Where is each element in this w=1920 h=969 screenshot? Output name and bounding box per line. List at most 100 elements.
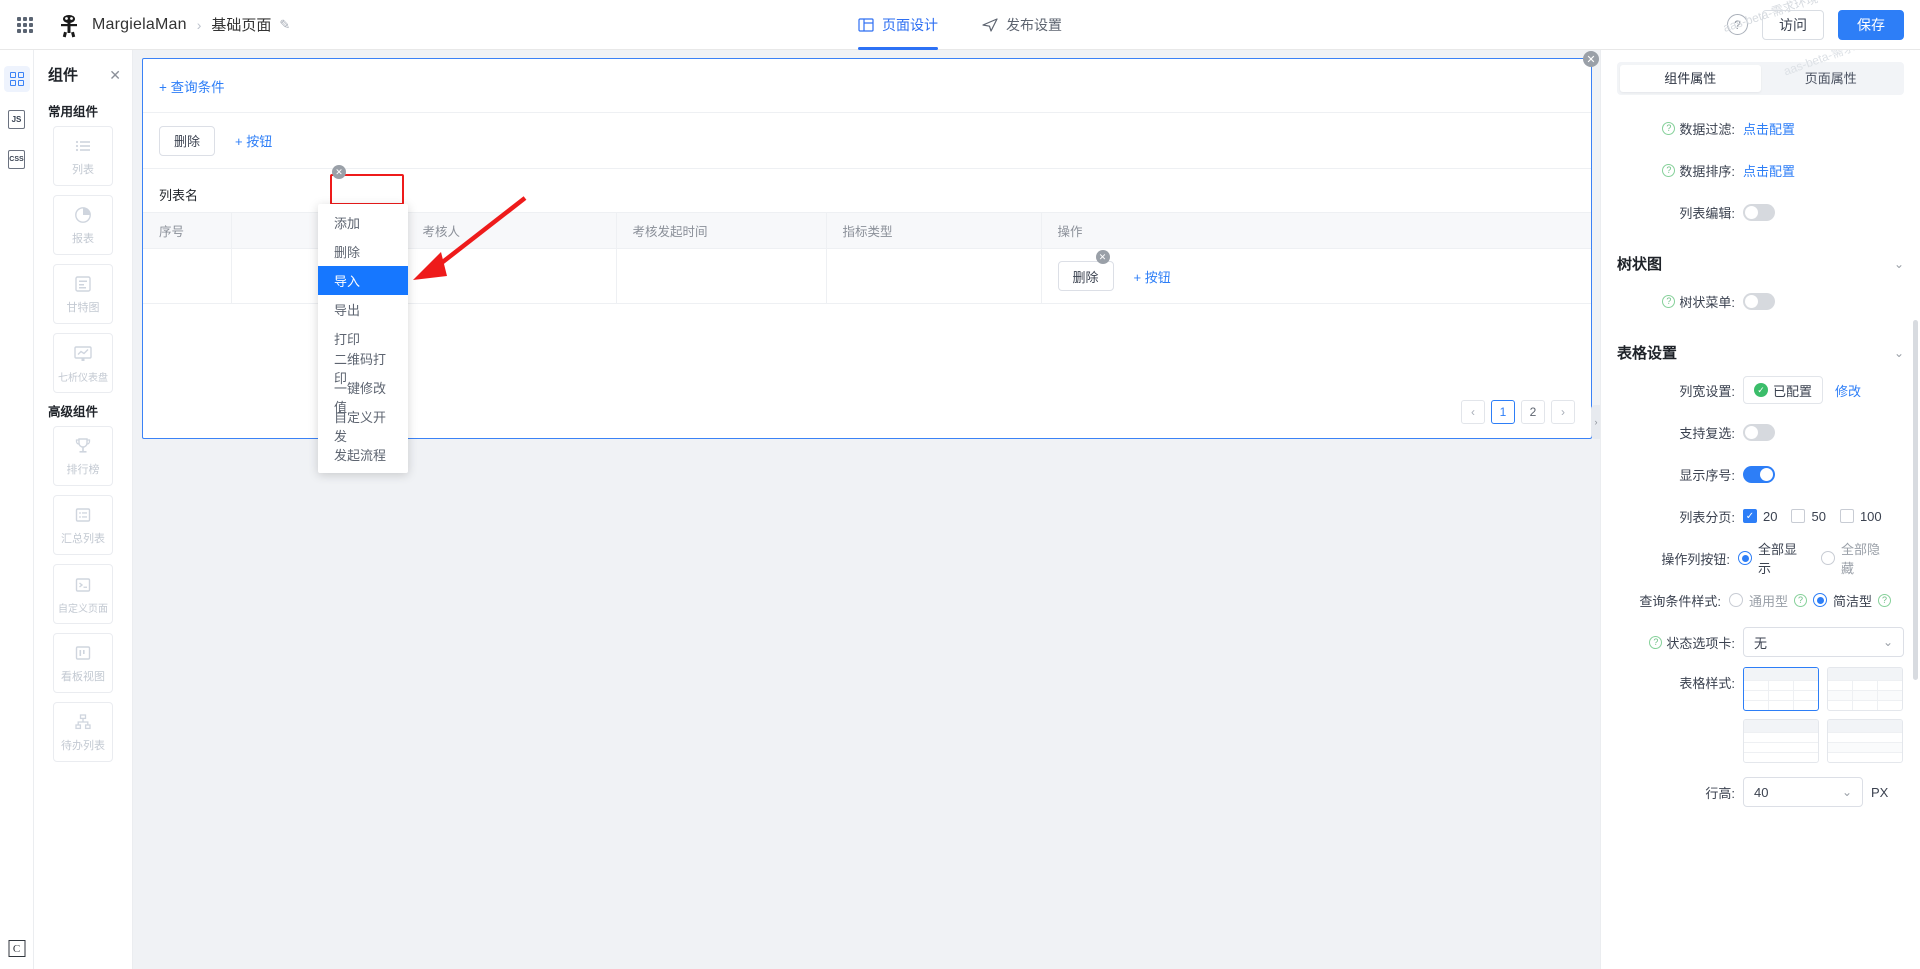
- query-style-general[interactable]: 通用型 ?: [1729, 591, 1808, 610]
- action-buttons-hide-all[interactable]: 全部隐藏: [1821, 539, 1890, 577]
- table-style-option-1[interactable]: [1743, 667, 1819, 711]
- component-tile-custom-page[interactable]: 自定义页面: [53, 564, 113, 624]
- rail-item-js[interactable]: JS: [4, 106, 30, 132]
- query-style-simple[interactable]: 简洁型 ?: [1813, 591, 1892, 610]
- component-tile-gantt[interactable]: 甘特图: [53, 264, 113, 324]
- field-show-index: 显示序号:: [1617, 455, 1904, 493]
- chevron-down-icon[interactable]: ⌄: [1894, 346, 1904, 360]
- status-tab-select[interactable]: 无 ⌄: [1743, 627, 1904, 657]
- tab-component-properties[interactable]: 组件属性: [1620, 65, 1761, 92]
- radio-icon: [1813, 593, 1828, 607]
- edit-pencil-icon[interactable]: ✎: [279, 17, 290, 33]
- section-table-title: 表格设置: [1617, 345, 1678, 362]
- app-launcher-button[interactable]: [0, 0, 50, 50]
- add-button-wrap: + 按钮: [223, 125, 285, 156]
- column-width-status: ✓ 已配置: [1743, 376, 1824, 404]
- checkbox-icon: ✓: [1743, 509, 1757, 523]
- component-tile-todo-list[interactable]: 待办列表: [53, 702, 113, 762]
- gantt-icon: [75, 276, 91, 292]
- remove-row-button-icon[interactable]: ✕: [1095, 250, 1110, 264]
- tab-publish-settings[interactable]: 发布设置: [982, 0, 1062, 50]
- rail-item-css[interactable]: CSS: [4, 146, 30, 172]
- query-condition-row: + 查询条件: [143, 59, 1591, 113]
- field-table-style: 表格样式:: [1617, 667, 1904, 763]
- component-tile-report[interactable]: 报表: [53, 195, 113, 255]
- label-text: 数据排序:: [1679, 163, 1735, 179]
- dropdown-item-export[interactable]: 导出: [318, 295, 408, 324]
- column-width-modify-link[interactable]: 修改: [1835, 381, 1861, 400]
- table-style-option-4[interactable]: [1827, 719, 1903, 763]
- component-tile-summary-list[interactable]: 汇总列表: [53, 495, 113, 555]
- tab-page-properties[interactable]: 页面属性: [1761, 65, 1902, 92]
- components-panel-header: 组件 ✕: [34, 50, 132, 93]
- tree-menu-toggle[interactable]: [1743, 292, 1775, 310]
- row-delete-button[interactable]: 删除: [1057, 261, 1114, 291]
- pagination-option-50[interactable]: 50: [1791, 509, 1826, 524]
- radio-icon: [1738, 551, 1753, 565]
- action-buttons-show-all[interactable]: 全部显示: [1738, 539, 1807, 577]
- table-style-option-2[interactable]: [1827, 667, 1903, 711]
- help-icon[interactable]: ?: [1878, 593, 1892, 607]
- data-filter-configure-link[interactable]: 点击配置: [1743, 119, 1795, 138]
- properties-panel: 组件属性 页面属性 ? 数据过滤: 点击配置 ? 数据排序: 点击配置 列表编辑…: [1600, 50, 1920, 969]
- component-tile-list[interactable]: 列表: [53, 126, 113, 186]
- label-text: 树状菜单:: [1679, 294, 1735, 310]
- group-title-common: 常用组件: [48, 105, 99, 119]
- pagination-option-100[interactable]: 100: [1839, 508, 1882, 524]
- component-tile-dashboard[interactable]: 七析仪表盘: [53, 333, 113, 393]
- cell-metric-type: [826, 248, 1042, 304]
- toolbar-add-button[interactable]: + 按钮: [223, 125, 285, 156]
- panel-collapse-handle[interactable]: ›: [1591, 405, 1600, 439]
- dropdown-item-delete[interactable]: 删除: [318, 237, 408, 266]
- row-height-select[interactable]: 40 ⌄: [1743, 777, 1863, 807]
- visit-button[interactable]: 访问: [1762, 9, 1824, 40]
- component-tile-label: 列表: [72, 164, 94, 176]
- components-panel-title: 组件: [48, 67, 79, 84]
- dropdown-item-add[interactable]: 添加: [318, 208, 408, 237]
- row-add-button[interactable]: + 按钮: [1121, 261, 1183, 291]
- component-tile-kanban[interactable]: 看板视图: [53, 633, 113, 693]
- help-icon[interactable]: ?: [1662, 121, 1676, 135]
- remove-component-icon[interactable]: ✕: [1583, 51, 1599, 67]
- help-icon[interactable]: ?: [1727, 14, 1748, 35]
- data-sort-configure-link[interactable]: 点击配置: [1743, 161, 1795, 180]
- component-tile-leaderboard[interactable]: 排行榜: [53, 426, 113, 486]
- help-icon[interactable]: ?: [1662, 294, 1676, 308]
- pagination-option-100-label: 100: [1859, 508, 1882, 524]
- help-icon[interactable]: ?: [1794, 593, 1808, 607]
- grid-icon: [9, 72, 24, 86]
- save-button[interactable]: 保存: [1838, 9, 1904, 40]
- properties-scrollbar[interactable]: [1913, 320, 1918, 680]
- copyright-badge: C: [8, 940, 25, 957]
- dropdown-item-import[interactable]: 导入: [318, 266, 408, 295]
- close-icon[interactable]: ✕: [109, 68, 121, 82]
- pagination-next[interactable]: ›: [1551, 400, 1575, 424]
- list-edit-toggle[interactable]: [1743, 203, 1775, 221]
- field-pagination-label: 列表分页:: [1679, 509, 1735, 525]
- cell-assessor: [406, 248, 617, 304]
- table-style-option-3[interactable]: [1743, 719, 1819, 763]
- add-query-condition-button[interactable]: + 查询条件: [159, 76, 225, 96]
- rail-item-components[interactable]: [3, 66, 30, 92]
- field-status-tab: ? 状态选项卡: 无 ⌄: [1617, 623, 1904, 661]
- field-list-edit-label: 列表编辑:: [1617, 203, 1743, 222]
- brand-name[interactable]: MargielaMan: [92, 16, 187, 34]
- remove-toolbar-button-icon[interactable]: ✕: [332, 165, 346, 179]
- button-type-dropdown[interactable]: 添加 删除 导入 导出 打印 二维码打印 一键修改值 自定义开发 发起流程: [318, 204, 408, 473]
- show-index-toggle[interactable]: [1743, 465, 1775, 483]
- help-icon[interactable]: ?: [1649, 635, 1663, 649]
- pagination-option-20[interactable]: ✓ 20: [1743, 509, 1777, 524]
- tab-page-design[interactable]: 页面设计: [858, 0, 938, 50]
- pagination-prev[interactable]: ‹: [1461, 400, 1485, 424]
- pagination-page-2[interactable]: 2: [1521, 400, 1545, 424]
- field-show-index-label: 显示序号:: [1679, 467, 1735, 483]
- help-icon[interactable]: ?: [1662, 163, 1676, 177]
- dropdown-item-start-flow[interactable]: 发起流程: [318, 440, 408, 469]
- brand-logo-icon: [54, 10, 84, 40]
- chevron-down-icon[interactable]: ⌄: [1894, 257, 1904, 271]
- dropdown-item-custom-dev[interactable]: 自定义开发: [318, 410, 408, 444]
- toolbar-delete-button[interactable]: 删除: [159, 125, 216, 156]
- multi-select-toggle[interactable]: [1743, 423, 1775, 441]
- properties-scroll: 组件属性 页面属性 ? 数据过滤: 点击配置 ? 数据排序: 点击配置 列表编辑…: [1601, 50, 1920, 969]
- pagination-page-1[interactable]: 1: [1491, 400, 1515, 424]
